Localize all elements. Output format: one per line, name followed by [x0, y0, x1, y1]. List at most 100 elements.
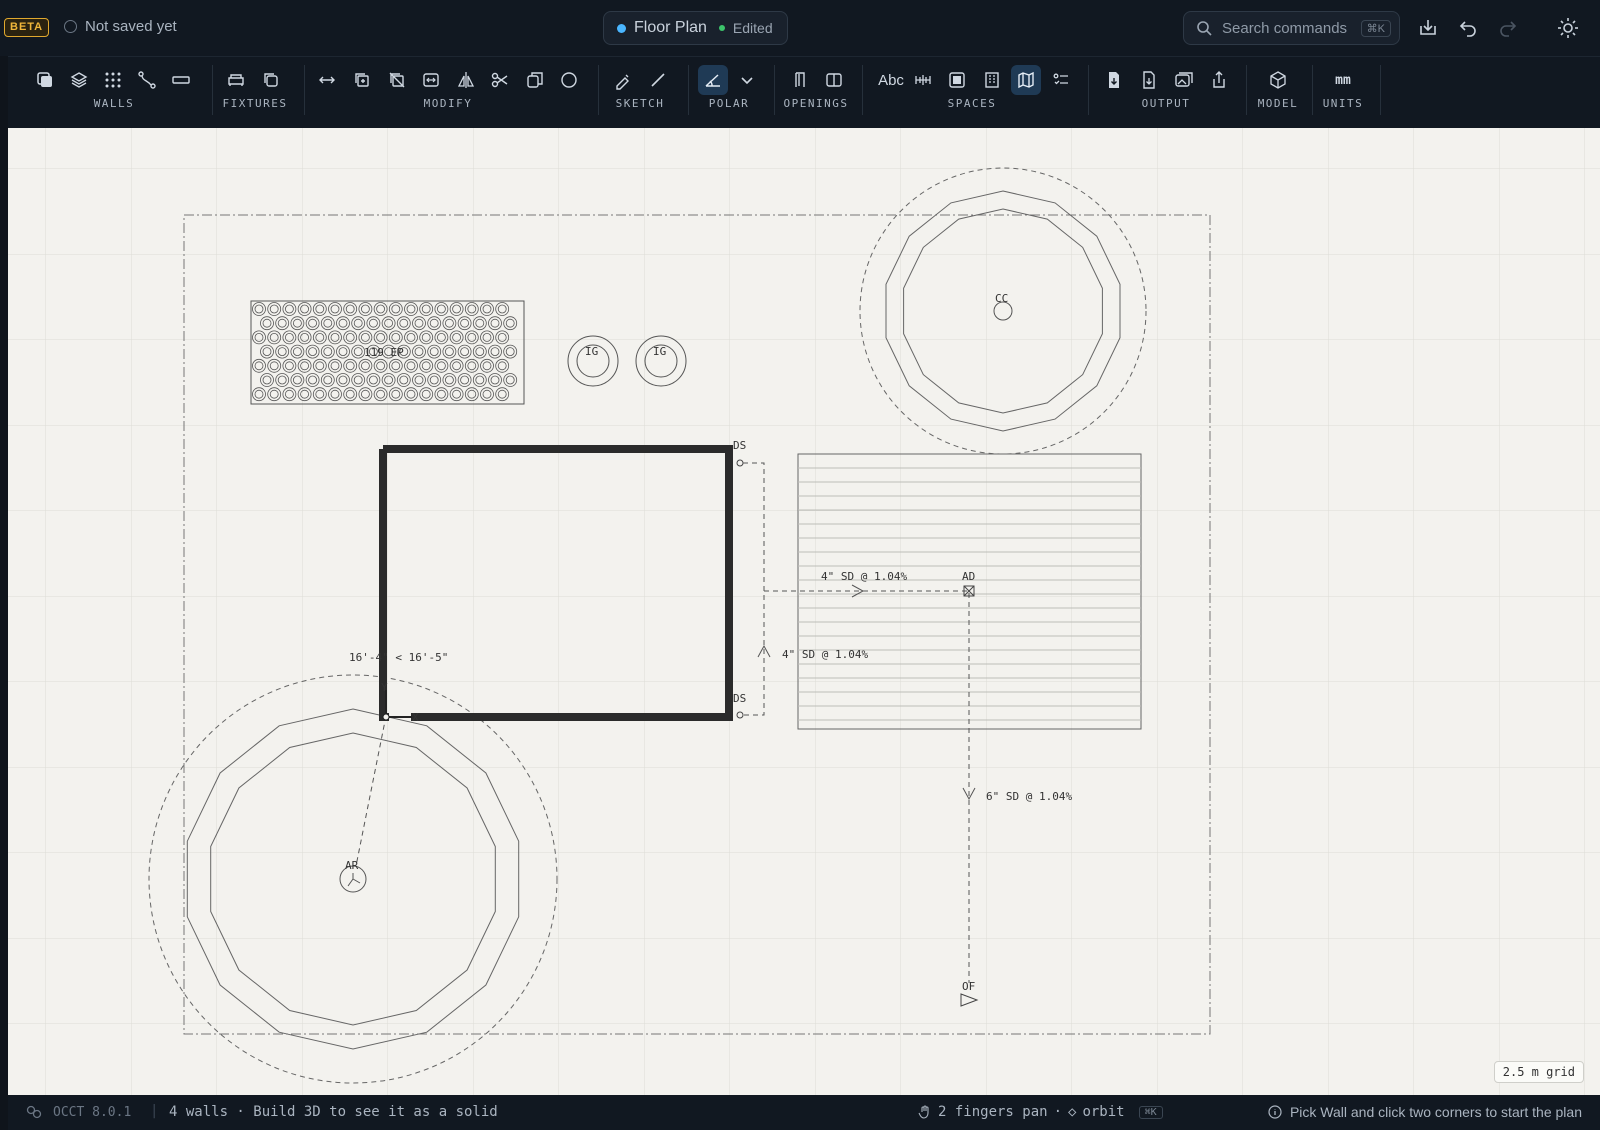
room-tool[interactable]: [942, 65, 972, 95]
text-tool-label: Abc: [878, 71, 904, 89]
file-icon: [1143, 71, 1155, 89]
copy-plus-icon: [355, 73, 369, 87]
copy-tool[interactable]: [347, 65, 377, 95]
ruler-icon: [172, 76, 190, 84]
search-icon: [1197, 21, 1212, 36]
line-icon: [651, 73, 665, 87]
cc-label: CC: [995, 292, 1008, 305]
tool-hint-text: Pick Wall and click two corners to start…: [1289, 1104, 1582, 1120]
line-tool[interactable]: [643, 65, 673, 95]
command-search[interactable]: Search commands ⌘K: [1183, 11, 1400, 45]
tool-hint: Pick Wall and click two corners to start…: [1268, 1104, 1582, 1120]
beta-badge: BETA: [4, 18, 50, 37]
schedule-tool[interactable]: [1046, 65, 1076, 95]
wall-copy-tool[interactable]: [30, 65, 60, 95]
model-summary: 4 walls · Build 3D to see it as a solid: [169, 1104, 498, 1120]
arrows-horizontal-icon: [319, 76, 335, 84]
orbit-icon: ◇: [1068, 1104, 1077, 1120]
copy-icon: [264, 73, 278, 87]
sofa-tool[interactable]: [221, 65, 251, 95]
download-icon[interactable]: [1416, 16, 1440, 40]
door-tool[interactable]: [785, 65, 815, 95]
nav-orbit-label: orbit: [1082, 1104, 1125, 1120]
document-title-pill[interactable]: Floor Plan Edited: [603, 11, 788, 45]
document-dot-icon: [617, 23, 626, 33]
axis-y-label: Y: [381, 681, 388, 694]
layers-tool[interactable]: [64, 65, 94, 95]
toolbar-divider: [862, 65, 863, 115]
nav-pan-label: 2 fingers pan: [938, 1104, 1048, 1120]
path-icon: [138, 71, 156, 89]
mirror-tool[interactable]: [451, 65, 481, 95]
units-selector[interactable]: mm: [1328, 65, 1358, 95]
group-label-fixtures: FIXTURES: [222, 97, 288, 110]
circle-icon: [561, 72, 577, 88]
door-icon: [795, 72, 805, 87]
dimension-label: 16'-4" < 16'-5": [349, 651, 448, 664]
stretch-icon: [423, 73, 439, 87]
axis-x-label: X: [412, 711, 419, 724]
file-download-icon: [1109, 72, 1119, 88]
unsaved-icon: [64, 20, 77, 33]
mirror-icon: [457, 72, 475, 88]
cut-tool[interactable]: [485, 65, 515, 95]
window-tool[interactable]: [819, 65, 849, 95]
hand-pan-icon: [918, 1105, 929, 1119]
group-label-sketch: SKETCH: [615, 97, 665, 110]
window-icon: [826, 73, 842, 87]
pipe-label-1: 4" SD @ 1.04%: [821, 570, 907, 583]
group-label-units: UNITS: [1322, 97, 1364, 110]
duplicate-fixture-tool[interactable]: [256, 65, 286, 95]
move-tool[interactable]: [312, 65, 342, 95]
path-tool[interactable]: [132, 65, 162, 95]
redo-icon[interactable]: [1496, 16, 1520, 40]
group-label-spaces: SPACES: [947, 97, 997, 110]
dimension-tool[interactable]: [908, 65, 938, 95]
ribbon-toolbar: WALLS FIXTURES MODIFY SKETCH POLAR OPENI…: [8, 56, 1600, 128]
ig-label-2: IG: [653, 345, 666, 358]
polar-dropdown[interactable]: [732, 65, 762, 95]
group-label-model: MODEL: [1257, 97, 1299, 110]
toolbar-divider: [774, 65, 775, 115]
undo-icon[interactable]: [1456, 16, 1480, 40]
group-label-openings: OPENINGS: [783, 97, 849, 110]
dot-grid-icon: [105, 72, 121, 88]
freehand-tool[interactable]: [608, 65, 638, 95]
kernel-version: OCCT 8.0.1: [53, 1105, 132, 1120]
export-pdf-tool[interactable]: [1099, 65, 1129, 95]
group-label-output: OUTPUT: [1141, 97, 1191, 110]
ds-label-bottom: DS: [733, 692, 746, 705]
build-3d-tool[interactable]: [1263, 65, 1293, 95]
trim-tool[interactable]: [382, 65, 412, 95]
scissors-icon: [491, 72, 508, 88]
toolbar-divider: [688, 65, 689, 115]
array-tool[interactable]: [520, 65, 550, 95]
canvas-grid: [8, 128, 1600, 1095]
search-placeholder: Search commands: [1222, 19, 1348, 37]
polar-tool[interactable]: [698, 65, 728, 95]
grid-tool[interactable]: [98, 65, 128, 95]
toolbar-divider: [212, 65, 213, 115]
top-bar: BETA Not saved yet Floor Plan Edited Sea…: [0, 0, 1600, 56]
theme-sun-icon[interactable]: [1556, 16, 1580, 40]
text-tool[interactable]: Abc: [874, 65, 908, 95]
circle-tool[interactable]: [554, 65, 584, 95]
measure-tool[interactable]: [166, 65, 196, 95]
pen-icon: [616, 74, 629, 90]
group-label-modify: MODIFY: [423, 97, 473, 110]
cube-icon: [1270, 71, 1286, 89]
toolbar-divider: [1088, 65, 1089, 115]
info-icon: [1268, 1105, 1282, 1119]
export-file-tool[interactable]: [1134, 65, 1164, 95]
export-image-tool[interactable]: [1169, 65, 1199, 95]
stretch-tool[interactable]: [416, 65, 446, 95]
nav-separator: ·: [1053, 1104, 1063, 1120]
plan-drawing[interactable]: 119 EP IG IG CC AR Y X 16'-4" < 16'-5" D…: [8, 128, 1600, 1095]
group-label-polar: POLAR: [708, 97, 750, 110]
map-tool[interactable]: [1011, 65, 1041, 95]
dimension-icon: [915, 75, 931, 85]
drawing-canvas[interactable]: 119 EP IG IG CC AR Y X 16'-4" < 16'-5" D…: [8, 128, 1600, 1095]
share-tool[interactable]: [1204, 65, 1234, 95]
building-tool[interactable]: [977, 65, 1007, 95]
toolbar-divider: [1312, 65, 1313, 115]
